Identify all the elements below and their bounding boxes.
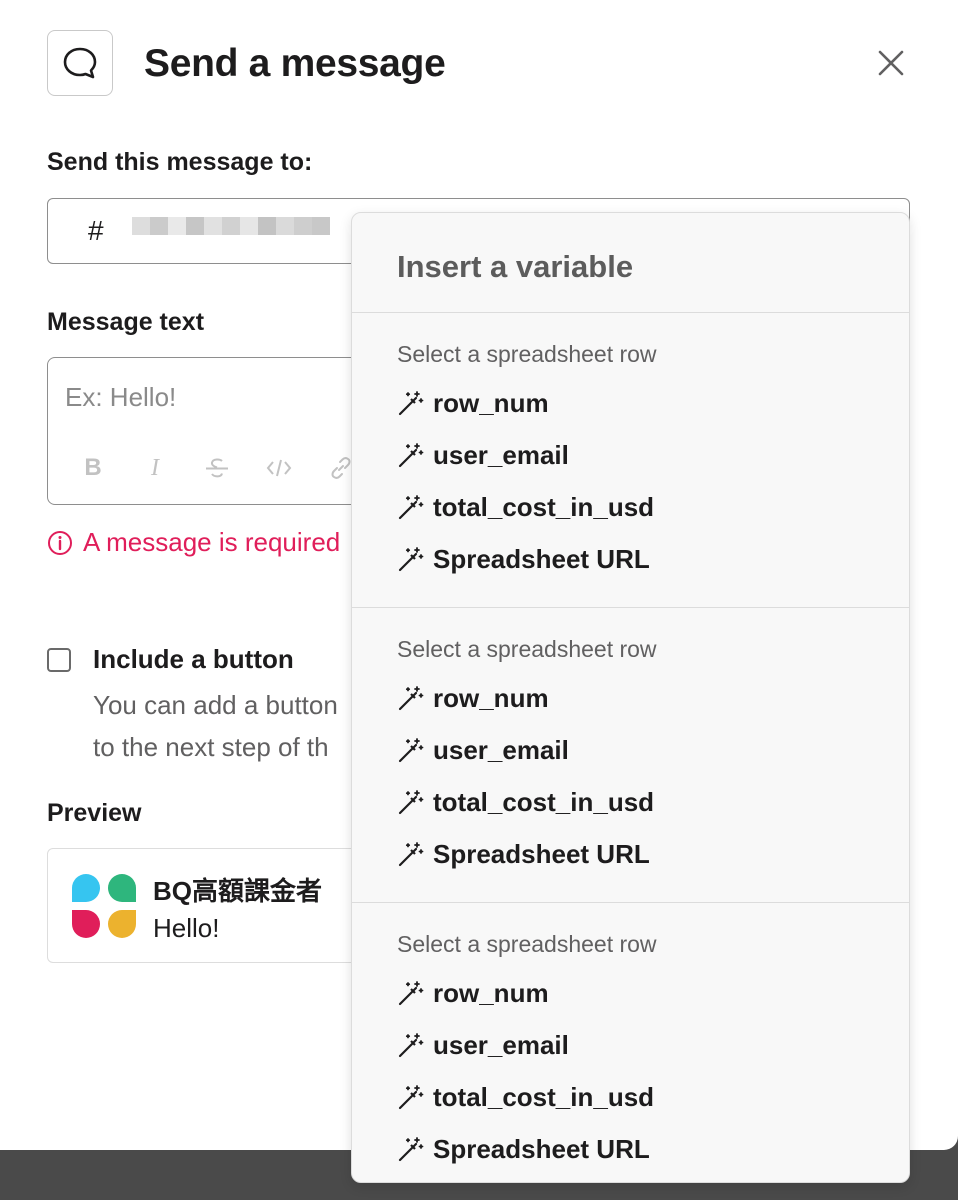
logo-blue-dot: [72, 874, 100, 902]
variable-label: user_email: [433, 734, 569, 765]
bold-button[interactable]: B: [74, 452, 112, 484]
variable-item-total-cost[interactable]: total_cost_in_usd: [352, 776, 909, 828]
magic-wand-icon: [397, 389, 425, 417]
variable-item-row-num[interactable]: row_num: [352, 967, 909, 1019]
variable-item-user-email[interactable]: user_email: [352, 724, 909, 776]
variable-section: Select a spreadsheet row row_num user_em…: [352, 608, 909, 903]
variable-label: total_cost_in_usd: [433, 1081, 655, 1112]
include-button-label: Include a button: [93, 644, 294, 674]
message-text-label: Message text: [47, 308, 205, 336]
magic-wand-icon: [397, 545, 425, 573]
variable-item-user-email[interactable]: user_email: [352, 1019, 909, 1071]
magic-wand-icon: [397, 493, 425, 521]
strikethrough-button[interactable]: [198, 452, 236, 484]
preview-label: Preview: [47, 799, 142, 827]
app-logo: [72, 874, 138, 940]
preview-message: Hello!: [153, 913, 220, 943]
recipient-label: Send this message to:: [47, 148, 313, 176]
variable-label: Spreadsheet URL: [433, 838, 650, 869]
close-icon[interactable]: [872, 44, 910, 82]
magic-wand-icon: [397, 736, 425, 764]
variable-label: user_email: [433, 439, 569, 470]
section-heading: Select a spreadsheet row: [397, 636, 657, 662]
menu-title: Insert a variable: [352, 213, 909, 313]
logo-green-dot: [108, 874, 136, 902]
variable-label: user_email: [433, 1029, 569, 1060]
insert-variable-menu: Insert a variable Select a spreadsheet r…: [351, 212, 910, 1183]
magic-wand-icon: [397, 840, 425, 868]
italic-button[interactable]: I: [136, 452, 174, 484]
info-circle-icon: [48, 530, 72, 555]
modal-title: Send a message: [144, 42, 446, 85]
variable-item-user-email[interactable]: user_email: [352, 429, 909, 481]
variable-label: Spreadsheet URL: [433, 543, 650, 574]
variable-label: row_num: [433, 387, 549, 418]
variable-item-spreadsheet-url[interactable]: Spreadsheet URL: [352, 533, 909, 585]
hash-icon: #: [88, 215, 104, 246]
variable-section: Select a spreadsheet row row_num user_em…: [352, 903, 909, 1182]
message-bubble-icon: [47, 30, 113, 96]
section-heading: Select a spreadsheet row: [397, 341, 657, 367]
variable-label: row_num: [433, 977, 549, 1008]
logo-yellow-dot: [108, 910, 136, 938]
logo-red-dot: [72, 910, 100, 938]
section-heading: Select a spreadsheet row: [397, 931, 657, 957]
variable-item-spreadsheet-url[interactable]: Spreadsheet URL: [352, 1123, 909, 1175]
magic-wand-icon: [397, 1083, 425, 1111]
include-button-checkbox[interactable]: [47, 648, 71, 672]
code-button[interactable]: [260, 452, 298, 484]
variable-item-total-cost[interactable]: total_cost_in_usd: [352, 481, 909, 533]
variable-label: Spreadsheet URL: [433, 1133, 650, 1164]
variable-section: Select a spreadsheet row row_num user_em…: [352, 313, 909, 608]
magic-wand-icon: [397, 1031, 425, 1059]
variable-label: total_cost_in_usd: [433, 786, 655, 817]
magic-wand-icon: [397, 1135, 425, 1163]
variable-item-spreadsheet-url[interactable]: Spreadsheet URL: [352, 828, 909, 880]
variable-item-total-cost[interactable]: total_cost_in_usd: [352, 1071, 909, 1123]
message-placeholder: Ex: Hello!: [65, 382, 177, 412]
formatting-toolbar: B I: [74, 452, 360, 484]
preview-app-name: BQ高額課金者: [153, 876, 323, 906]
variable-item-row-num[interactable]: row_num: [352, 377, 909, 429]
magic-wand-icon: [397, 684, 425, 712]
message-error: A message is required: [47, 527, 340, 558]
magic-wand-icon: [397, 441, 425, 469]
magic-wand-icon: [397, 979, 425, 1007]
error-text: A message is required: [83, 527, 341, 557]
variable-item-row-num[interactable]: row_num: [352, 672, 909, 724]
variable-label: total_cost_in_usd: [433, 491, 655, 522]
magic-wand-icon: [397, 788, 425, 816]
variable-label: row_num: [433, 682, 549, 713]
redacted-channel-name: [132, 209, 342, 253]
